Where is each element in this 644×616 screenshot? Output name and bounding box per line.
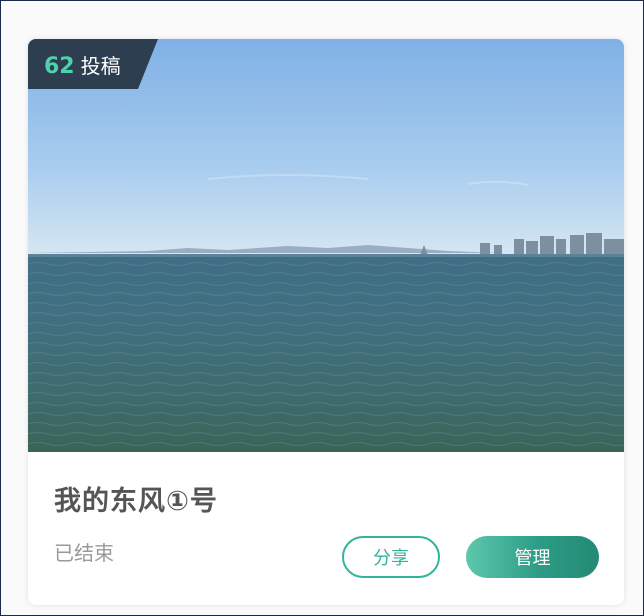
submission-label: 投稿 bbox=[80, 54, 121, 78]
card-title: 我的东风①号 bbox=[54, 486, 218, 517]
manage-button[interactable]: 管理 bbox=[466, 536, 599, 578]
contest-card[interactable]: 62 投稿 我的东风①号 已结束 分享 管理 bbox=[28, 39, 624, 605]
status-text: 已结束 bbox=[54, 541, 114, 565]
share-button[interactable]: 分享 bbox=[342, 536, 440, 578]
submission-count-badge: 62 投稿 bbox=[28, 39, 158, 89]
submission-count: 62 bbox=[44, 54, 75, 79]
cover-image bbox=[28, 39, 624, 452]
page-frame: 62 投稿 我的东风①号 已结束 分享 管理 bbox=[0, 0, 644, 616]
